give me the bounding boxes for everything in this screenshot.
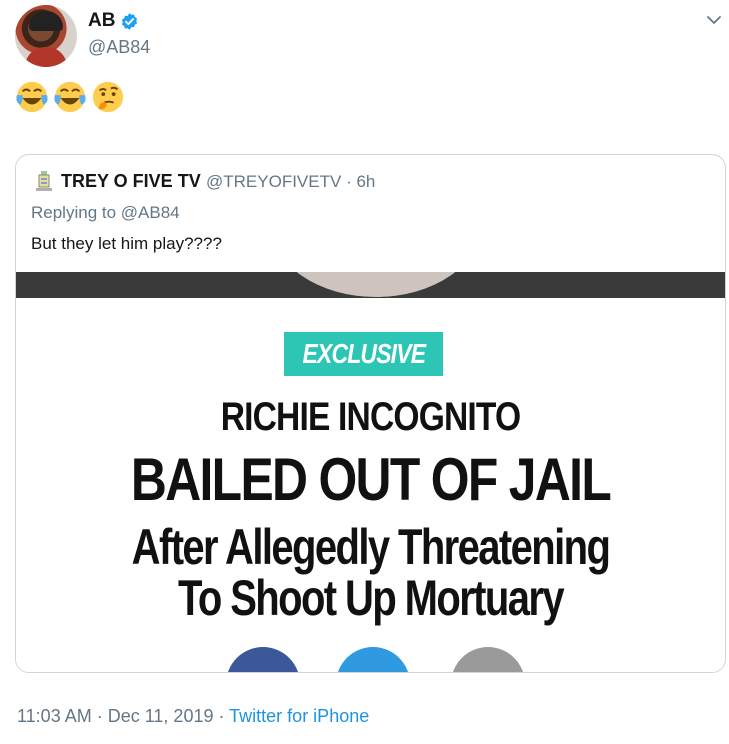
footer-separator: ·	[218, 706, 230, 726]
exclusive-badge: EXCLUSIVE	[284, 332, 443, 376]
replying-to-handle[interactable]: @AB84	[121, 203, 180, 222]
tweet-source[interactable]: Twitter for iPhone	[229, 706, 369, 726]
author-handle[interactable]: @AB84	[88, 37, 150, 58]
quoted-meta: @TREYOFIVETV · 6h	[206, 172, 375, 192]
headline-subtitle: After Allegedly Threatening To Shoot Up …	[87, 522, 654, 624]
twitter-share-icon	[336, 647, 410, 672]
quoted-author-handle: @TREYOFIVETV	[206, 172, 342, 191]
headline-line-3: After Allegedly Threatening	[131, 519, 611, 575]
replying-to: Replying to @AB84	[31, 203, 180, 223]
verified-badge-icon	[121, 13, 138, 30]
replying-prefix: Replying to	[31, 203, 117, 222]
quoted-tweet[interactable]: TREY O FIVE TV @TREYOFIVETV · 6h Replyin…	[15, 154, 726, 673]
tweet-text	[15, 80, 125, 114]
avatar-shirt	[25, 47, 67, 67]
footer-separator: ·	[96, 706, 108, 726]
quoted-author-name: TREY O FIVE TV	[61, 171, 201, 191]
tears-of-joy-emoji-icon	[16, 81, 48, 113]
tweet-date[interactable]: Dec 11, 2019	[108, 706, 214, 726]
quoted-author-avatar-icon	[36, 171, 52, 191]
avatar[interactable]	[15, 5, 77, 67]
author-name[interactable]: AB	[88, 10, 115, 32]
tears-of-joy-emoji-icon	[54, 81, 86, 113]
avatar-cap	[29, 11, 63, 31]
meta-separator: ·	[346, 172, 357, 191]
tweet-time[interactable]: 11:03 AM	[17, 706, 92, 726]
headline-line-1: RICHIE INCOGNITO	[220, 395, 521, 439]
more-share-icon	[451, 647, 525, 672]
tweet-footer: 11:03 AM · Dec 11, 2019 · Twitter for iP…	[17, 706, 369, 727]
facebook-share-icon	[226, 647, 300, 672]
quoted-time: 6h	[356, 172, 376, 191]
exclusive-badge-label: EXCLUSIVE	[302, 338, 426, 369]
quoted-tweet-image[interactable]: EXCLUSIVE RICHIE INCOGNITO BAILED OUT OF…	[16, 272, 725, 672]
quoted-tweet-text: But they let him play????	[31, 234, 222, 253]
thinking-face-emoji-icon	[92, 81, 124, 113]
chevron-down-icon[interactable]	[704, 10, 724, 30]
headline-line-2: BAILED OUT OF JAIL	[130, 446, 612, 513]
headline-line-4: To Shoot Up Mortuary	[178, 570, 565, 626]
